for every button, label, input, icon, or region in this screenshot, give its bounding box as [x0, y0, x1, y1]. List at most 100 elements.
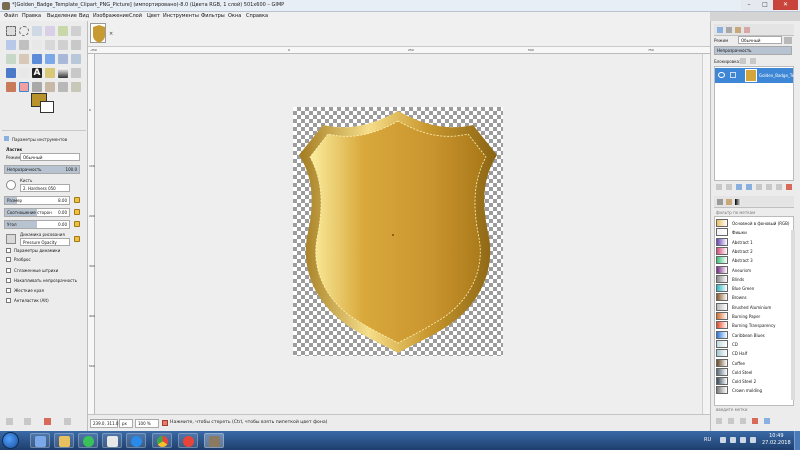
- align-tool-icon[interactable]: [6, 54, 16, 64]
- menu-file[interactable]: Файл: [4, 13, 18, 19]
- delete-layer-icon[interactable]: [786, 184, 792, 190]
- aspect-slider[interactable]: Соотношение сторон 0.00: [4, 208, 70, 217]
- layer-mode-switch-icon[interactable]: [784, 37, 792, 44]
- angle-reset-icon[interactable]: [74, 221, 80, 227]
- anchor-layer-icon[interactable]: [766, 184, 772, 190]
- gradient-item[interactable]: Abstract 1: [716, 237, 792, 247]
- gradient-item[interactable]: Burning Paper: [716, 312, 792, 321]
- taskbar-yandex[interactable]: [178, 433, 198, 448]
- blend-tool-icon[interactable]: [58, 68, 68, 78]
- gradient-item[interactable]: Abstract 3: [716, 256, 792, 265]
- undo-tab-icon[interactable]: [744, 27, 750, 33]
- menu-colors[interactable]: Цвет: [147, 13, 160, 19]
- gradient-item[interactable]: Blinds: [716, 274, 792, 284]
- visibility-eye-icon[interactable]: [718, 72, 725, 78]
- jitter-checkbox[interactable]: [6, 257, 11, 262]
- start-button[interactable]: [2, 432, 19, 449]
- gradient-item[interactable]: Crown molding: [716, 386, 792, 395]
- mask-layer-icon[interactable]: [776, 184, 782, 190]
- lock-pixels-icon[interactable]: [740, 58, 746, 64]
- select-by-color-tool-icon[interactable]: [58, 26, 68, 36]
- image-canvas[interactable]: [293, 107, 503, 356]
- gradient-filter-label[interactable]: фильтр по меткам: [716, 210, 755, 215]
- canvas-vertical-scrollbar[interactable]: [702, 54, 710, 414]
- layer-name[interactable]: Golden_Badge_Te: [759, 73, 794, 78]
- dynamics-options-expander[interactable]: [6, 248, 11, 253]
- brush-preview-icon[interactable]: [6, 180, 16, 190]
- paths-tool-icon[interactable]: [19, 40, 29, 50]
- shear-tool-icon[interactable]: [58, 54, 68, 64]
- clone-tool-icon[interactable]: [58, 82, 68, 92]
- duplicate-layer-icon[interactable]: [756, 184, 762, 190]
- save-options-icon[interactable]: [6, 418, 13, 425]
- layers-tab-icon[interactable]: [717, 27, 723, 33]
- anti-erase-checkbox[interactable]: [6, 298, 11, 303]
- free-select-tool-icon[interactable]: [32, 26, 42, 36]
- flip-tool-icon[interactable]: [6, 68, 16, 78]
- new-layer-icon[interactable]: [716, 184, 722, 190]
- tab-close-icon[interactable]: ×: [109, 31, 113, 37]
- ink-tool-icon[interactable]: [45, 82, 55, 92]
- tray-network-icon[interactable]: [730, 437, 736, 443]
- close-button[interactable]: ✕: [773, 0, 798, 10]
- taskbar-media[interactable]: [102, 433, 122, 448]
- brushes-tab-icon[interactable]: [717, 199, 723, 205]
- menu-filters[interactable]: Фильтры: [201, 13, 225, 19]
- gradient-item[interactable]: CD: [716, 339, 792, 349]
- show-desktop-button[interactable]: [794, 431, 800, 450]
- menu-windows[interactable]: Окна: [228, 13, 241, 19]
- menu-edit[interactable]: Правка: [22, 13, 41, 19]
- brush-name-field[interactable]: 2. Hardness 050: [20, 184, 70, 192]
- gradient-item[interactable]: Основной в фоновый (RGB): [716, 219, 792, 228]
- gradient-item[interactable]: Caribbean Blues: [716, 330, 792, 340]
- ellipse-select-tool-icon[interactable]: [19, 26, 29, 36]
- angle-slider[interactable]: Угол 0.00: [4, 220, 70, 229]
- gradient-item[interactable]: CD Half: [716, 349, 792, 358]
- opacity-slider[interactable]: Непрозрачность 100.0: [4, 165, 80, 174]
- smudge-tool-icon[interactable]: [71, 82, 81, 92]
- minimize-button[interactable]: –: [741, 0, 757, 10]
- gradient-item[interactable]: Abstract 2: [716, 246, 792, 256]
- taskbar-whatsapp[interactable]: [78, 433, 98, 448]
- edit-gradient-icon[interactable]: [716, 418, 722, 424]
- bucket-fill-tool-icon[interactable]: [45, 68, 55, 78]
- taskbar-messenger[interactable]: [126, 433, 146, 448]
- size-slider[interactable]: Размер 8.00: [4, 196, 70, 205]
- measure-tool-icon[interactable]: [58, 40, 68, 50]
- maximize-button[interactable]: □: [757, 0, 773, 10]
- layer-opacity-slider[interactable]: Непрозрачность: [714, 46, 792, 55]
- text-tool-icon[interactable]: A: [32, 68, 42, 78]
- crop-tool-icon[interactable]: [19, 54, 29, 64]
- new-layer-group-icon[interactable]: [726, 184, 732, 190]
- unit-dropdown[interactable]: px: [119, 419, 133, 428]
- menu-tools[interactable]: Инструменты: [163, 13, 199, 19]
- restore-options-icon[interactable]: [24, 418, 31, 425]
- chain-link-icon[interactable]: [730, 72, 736, 78]
- pencil-tool-icon[interactable]: [71, 68, 81, 78]
- reset-options-icon[interactable]: [64, 418, 71, 425]
- incremental-checkbox[interactable]: [6, 278, 11, 283]
- taskbar-gimp[interactable]: [204, 433, 224, 448]
- image-tab-thumbnail[interactable]: [90, 23, 106, 43]
- move-tool-icon[interactable]: [71, 40, 81, 50]
- patterns-tab-icon[interactable]: [726, 199, 732, 205]
- scissors-tool-icon[interactable]: [71, 26, 81, 36]
- menu-view[interactable]: Вид: [79, 13, 89, 19]
- delete-gradient-icon[interactable]: [752, 418, 758, 424]
- tray-volume-icon[interactable]: [740, 437, 746, 443]
- gradient-item[interactable]: Aneurism: [716, 265, 792, 275]
- duplicate-gradient-icon[interactable]: [740, 418, 746, 424]
- new-gradient-icon[interactable]: [728, 418, 734, 424]
- language-indicator[interactable]: RU: [704, 437, 711, 443]
- hard-edge-checkbox[interactable]: [6, 288, 11, 293]
- aspect-reset-icon[interactable]: [74, 209, 80, 215]
- dynamics-icon[interactable]: [6, 234, 16, 244]
- taskbar-explorer[interactable]: [30, 433, 50, 448]
- scale-tool-icon[interactable]: [45, 54, 55, 64]
- gradient-item[interactable]: Coffee: [716, 358, 792, 368]
- paths-tab-icon[interactable]: [735, 27, 741, 33]
- cage-tool-icon[interactable]: [19, 68, 29, 78]
- menu-select[interactable]: Выделение: [47, 13, 77, 19]
- foreground-select-tool-icon[interactable]: [6, 40, 16, 50]
- menu-layer[interactable]: Слой: [129, 13, 142, 19]
